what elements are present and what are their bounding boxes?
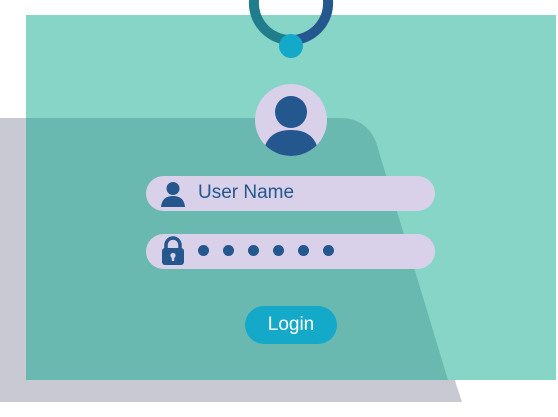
password-dot [323, 245, 334, 256]
password-dot [223, 245, 234, 256]
password-dot [248, 245, 259, 256]
hanger-ring-icon [248, 0, 334, 58]
password-dot [198, 245, 209, 256]
password-input[interactable] [146, 234, 435, 269]
password-mask [198, 245, 334, 256]
lock-icon [162, 236, 184, 265]
password-dot [273, 245, 284, 256]
user-avatar [255, 84, 327, 156]
user-icon [161, 182, 185, 207]
login-illustration: User Name Login [0, 0, 558, 417]
password-dot [298, 245, 309, 256]
user-avatar-icon [263, 96, 319, 156]
username-input[interactable]: User Name [146, 176, 435, 211]
login-button[interactable]: Login [245, 306, 337, 344]
username-placeholder: User Name [198, 182, 295, 203]
